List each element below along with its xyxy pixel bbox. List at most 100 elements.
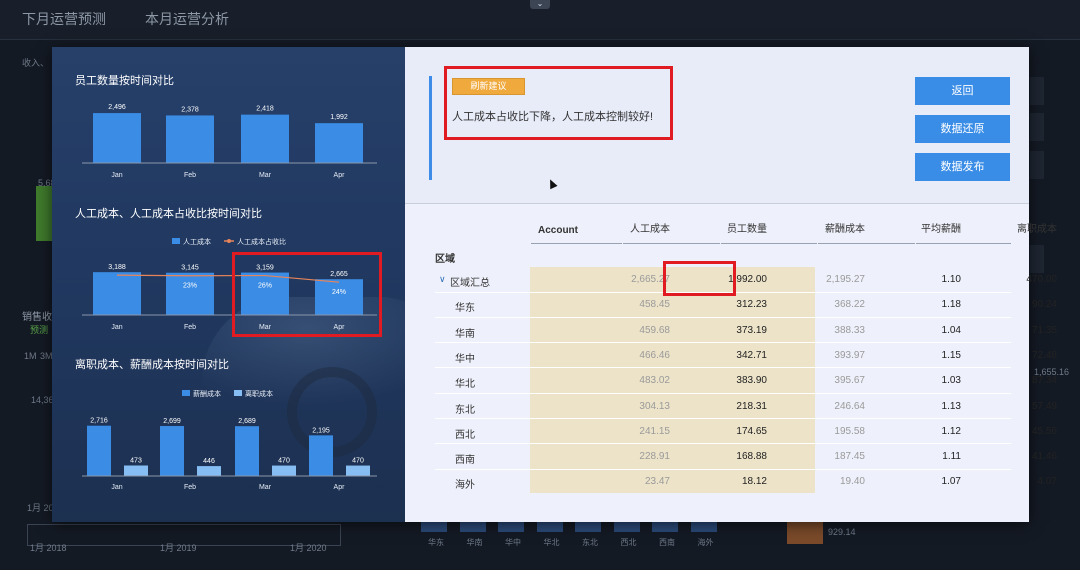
column-header[interactable]: 离职成本 bbox=[937, 220, 1057, 235]
bar-value-label: 3,145 bbox=[181, 265, 199, 272]
x-tick-label: Feb bbox=[184, 324, 196, 331]
chart1-title: 员工数量按时间对比 bbox=[75, 75, 174, 87]
table-cell: 2,665.27 bbox=[631, 274, 670, 285]
x-tick-label: Feb bbox=[184, 172, 196, 179]
group-label-region: 区域 bbox=[435, 254, 455, 265]
table-cell: 312.23 bbox=[736, 299, 767, 311]
chart-turnover-salary: 薪酬成本 离职成本 2,716 473 Jan 2,699 446 Feb 2,689 470 Ma… bbox=[82, 389, 377, 491]
table-cell: 241.15 bbox=[639, 425, 670, 437]
back-button[interactable]: 返回 bbox=[915, 77, 1010, 105]
x-tick-label: Jan bbox=[111, 324, 122, 331]
bar-value-label: 1,992 bbox=[330, 114, 348, 121]
header-underline bbox=[623, 243, 720, 244]
table-cell: 18.12 bbox=[741, 476, 767, 488]
bg-region-label: 海外 bbox=[697, 538, 714, 547]
bar-turnover-cost-feb bbox=[197, 466, 221, 476]
bg-region-bar bbox=[421, 522, 447, 532]
table-row-label[interactable]: 华中 bbox=[455, 350, 475, 365]
bg-forecast-label: 预测 bbox=[30, 325, 49, 335]
bar-labor-cost-feb bbox=[166, 272, 214, 315]
bg-axis-2019: 1月 2019 bbox=[160, 543, 197, 553]
restore-data-button[interactable]: 数据还原 bbox=[915, 115, 1010, 143]
bg-sales-label: 销售收 bbox=[22, 312, 52, 323]
table-cell: 72.48 bbox=[1031, 349, 1057, 361]
header-underline bbox=[721, 243, 817, 244]
table-cell: 1.10 bbox=[941, 274, 961, 285]
table-cell: 466.46 bbox=[639, 349, 670, 361]
publish-data-button[interactable]: 数据发布 bbox=[915, 153, 1010, 181]
table-cell: 342.71 bbox=[736, 349, 767, 361]
table-cell: 395.67 bbox=[834, 375, 865, 387]
bar-employee-jan bbox=[93, 113, 141, 163]
ratio-data-label: 23% bbox=[183, 283, 197, 290]
row-separator bbox=[435, 443, 1011, 445]
table-cell: 174.65 bbox=[736, 425, 767, 437]
table-row-label[interactable]: 华南 bbox=[455, 325, 475, 340]
table-cell: 304.13 bbox=[639, 400, 670, 412]
table-row-label[interactable]: 区域汇总 bbox=[450, 274, 490, 289]
bar-salary-cost-mar bbox=[235, 426, 259, 476]
row-separator bbox=[435, 392, 1011, 394]
table-cell: 45.56 bbox=[1031, 425, 1057, 437]
header-underline bbox=[818, 243, 915, 244]
bg-orange-bar bbox=[787, 522, 823, 544]
bar-value-label: 2,418 bbox=[256, 106, 274, 113]
bg-region-bar bbox=[613, 522, 640, 532]
bg-region-label: 华南 bbox=[466, 538, 483, 547]
table-cell: 393.97 bbox=[834, 349, 865, 361]
table-cell: 168.88 bbox=[736, 451, 767, 463]
x-tick-label: Mar bbox=[259, 484, 272, 491]
tab-this-month-analysis[interactable]: 本月运营分析 bbox=[145, 9, 229, 29]
chart-employee-count: 2,496 Jan 2,378 Feb 2,418 Mar 1,992 Apr bbox=[82, 104, 377, 179]
bar-value-label: 446 bbox=[203, 458, 215, 465]
bg-1m-button[interactable]: 1M bbox=[24, 351, 37, 361]
bar-salary-cost-feb bbox=[160, 426, 184, 476]
chevron-down-icon[interactable]: ∨ bbox=[439, 274, 446, 285]
chart3-title: 离职成本、薪酬成本按时间对比 bbox=[75, 359, 229, 371]
bar-employee-mar bbox=[241, 114, 289, 163]
bar-turnover-cost-jan bbox=[124, 465, 148, 476]
table-row-label[interactable]: 华北 bbox=[455, 375, 475, 390]
table-cell: 41.46 bbox=[1031, 451, 1057, 463]
x-tick-label: Feb bbox=[184, 484, 196, 491]
bg-region-bar bbox=[536, 522, 563, 532]
table-cell: 470.00 bbox=[1026, 274, 1057, 285]
table-cell: 459.68 bbox=[639, 324, 670, 336]
bg-3m-button[interactable]: 3M bbox=[40, 351, 53, 361]
table-row-label[interactable]: 华东 bbox=[455, 299, 475, 314]
bg-green-bar bbox=[36, 186, 52, 241]
table-cell: 1.07 bbox=[941, 476, 961, 488]
bar-labor-cost-jan bbox=[93, 272, 141, 315]
row-separator bbox=[435, 468, 1011, 470]
legend-label: 薪酬成本 bbox=[193, 389, 221, 398]
mouse-cursor-icon bbox=[546, 177, 558, 190]
bar-value-label: 2,195 bbox=[312, 427, 330, 434]
table-cell: 57.49 bbox=[1031, 400, 1057, 412]
table-row-label[interactable]: 西北 bbox=[455, 426, 475, 441]
bg-region-bar bbox=[459, 522, 486, 532]
bar-salary-cost-jan bbox=[87, 425, 111, 476]
charts-panel: 员工数量按时间对比 2,496 Jan 2,378 Feb 2,418 Mar 1,992 A… bbox=[52, 47, 405, 522]
table-row-label[interactable]: 东北 bbox=[455, 401, 475, 416]
bg-income-label: 收入、 bbox=[22, 58, 50, 68]
row-separator bbox=[435, 342, 1011, 344]
legend-label: 人工成本占收比 bbox=[237, 237, 286, 246]
table-cell: 1.04 bbox=[941, 324, 961, 336]
bg-region-label: 华中 bbox=[505, 538, 521, 547]
bg-region-bar bbox=[690, 522, 717, 532]
cost-columns-band bbox=[530, 267, 815, 493]
chevron-down-icon[interactable]: ⌄ bbox=[530, 0, 550, 9]
table-cell: 383.90 bbox=[736, 375, 767, 387]
table-cell: 71.35 bbox=[1031, 324, 1057, 336]
tab-next-month-forecast[interactable]: 下月运营预测 bbox=[22, 9, 106, 29]
table-row-label[interactable]: 海外 bbox=[455, 476, 475, 491]
bar-value-label: 2,689 bbox=[238, 418, 256, 425]
x-tick-label: Jan bbox=[111, 484, 122, 491]
row-separator bbox=[435, 316, 1011, 318]
table-row-label[interactable]: 西南 bbox=[455, 451, 475, 466]
bar-value-label: 2,699 bbox=[163, 418, 181, 425]
highlight-box-employee-count bbox=[663, 261, 736, 296]
table-cell: 2,195.27 bbox=[826, 274, 865, 285]
table-cell: 19.40 bbox=[839, 476, 865, 488]
table-cell: 1.15 bbox=[941, 349, 961, 361]
